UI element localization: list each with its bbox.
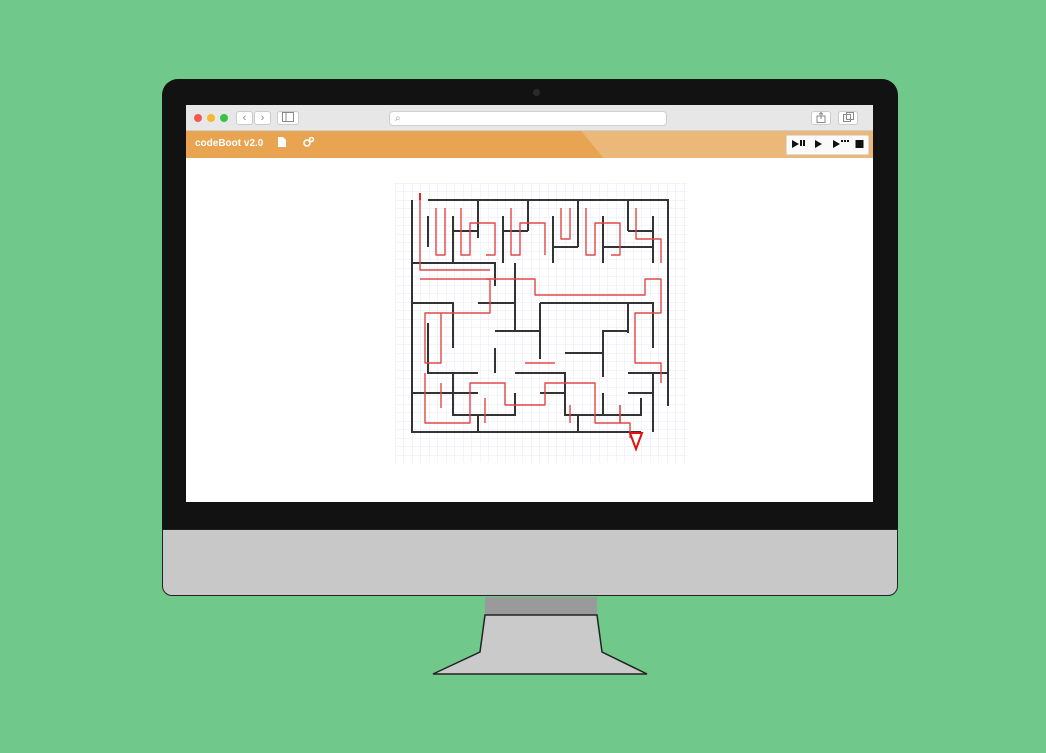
sidebar-toggle-button[interactable]: [277, 111, 299, 125]
share-icon: [816, 111, 826, 123]
search-icon: ⌕: [395, 113, 401, 124]
monitor-chin: [162, 529, 898, 596]
tabs-icon: [842, 112, 854, 122]
app-title: codeBoot v2.0: [195, 138, 264, 149]
settings-icon[interactable]: [303, 136, 315, 150]
maze-canvas: [395, 183, 687, 463]
monitor-stand: [432, 597, 648, 675]
close-window-button[interactable]: [194, 114, 202, 122]
chevron-left-icon: ‹: [242, 112, 247, 124]
back-button[interactable]: ‹: [236, 111, 253, 125]
screen: ‹ › ⌕ codeBoot v2.0: [186, 105, 873, 502]
browser-toolbar: ‹ › ⌕: [186, 105, 873, 131]
animate-icon: [833, 140, 849, 148]
chevron-right-icon: ›: [260, 112, 265, 124]
step-button[interactable]: [792, 139, 806, 152]
execution-controls: [786, 135, 869, 155]
share-button[interactable]: [811, 111, 831, 125]
step-icon: [792, 140, 805, 148]
file-icon[interactable]: [278, 137, 286, 150]
forward-button[interactable]: ›: [254, 111, 271, 125]
tabs-button[interactable]: [838, 111, 858, 125]
camera-icon: [533, 89, 540, 96]
stop-button[interactable]: [855, 139, 864, 152]
stop-icon: [855, 140, 864, 148]
play-button[interactable]: [814, 139, 824, 152]
maximize-window-button[interactable]: [220, 114, 228, 122]
animate-button[interactable]: [833, 139, 849, 152]
app-header: codeBoot v2.0: [186, 131, 873, 158]
sidebar-icon: [282, 112, 294, 122]
address-bar[interactable]: ⌕: [389, 111, 667, 126]
minimize-window-button[interactable]: [207, 114, 215, 122]
play-icon: [815, 140, 822, 148]
